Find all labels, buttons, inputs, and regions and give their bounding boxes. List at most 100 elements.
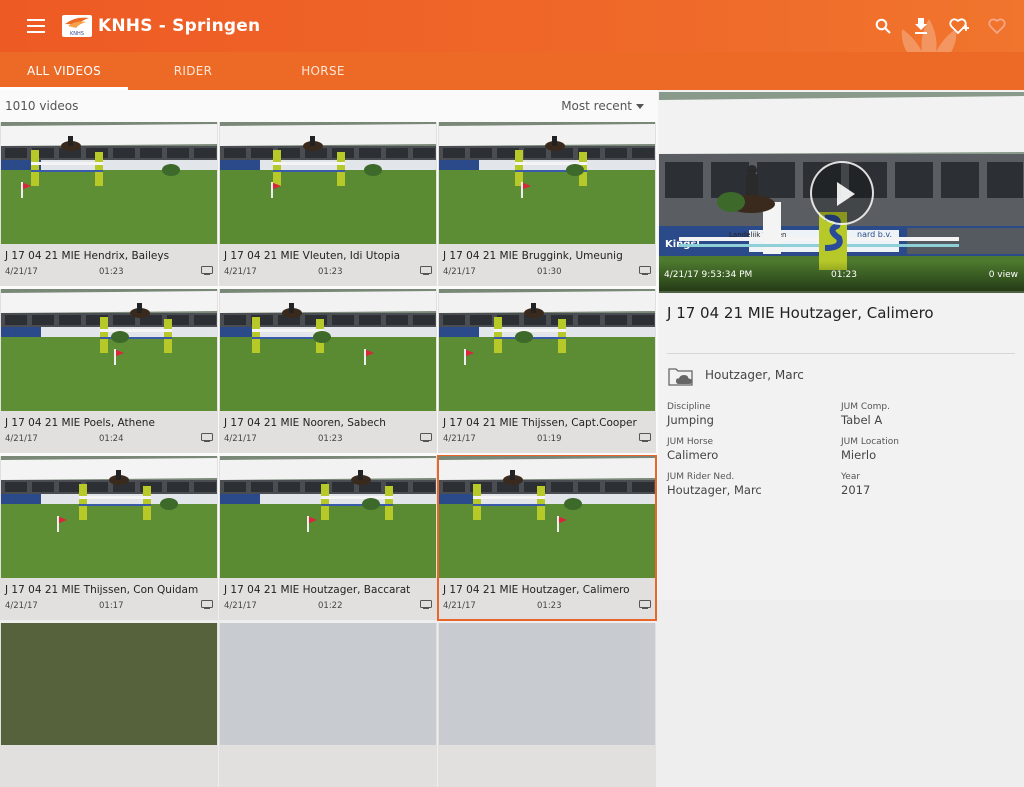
meta-label-location: JUM Location (841, 437, 899, 447)
tab-rider[interactable]: RIDER (128, 52, 258, 90)
video-card[interactable] (438, 623, 656, 787)
menu-icon (27, 19, 45, 33)
video-card[interactable]: J 17 04 21 MIE Hendrix, Baileys 4/21/17 01… (0, 122, 218, 286)
player-progress-bar[interactable] (659, 291, 1024, 293)
player-datetime: 4/21/17 9:53:34 PM (664, 270, 753, 280)
meta-value-discipline: Jumping (667, 413, 714, 427)
video-thumbnail-image (1, 122, 217, 244)
video-card[interactable]: J 17 04 21 MIE Vleuten, Idi Utopia 4/21/1… (219, 122, 437, 286)
menu-button[interactable] (18, 8, 54, 44)
favorite-button[interactable] (978, 7, 1016, 45)
video-card-date: 4/21/17 (224, 601, 257, 611)
meta-value-competition: Tabel A (841, 413, 883, 427)
rider-name[interactable]: Houtzager, Marc (705, 368, 804, 382)
video-card-title: J 17 04 21 MIE Hendrix, Baileys (5, 250, 170, 262)
video-title: J 17 04 21 MIE Houtzager, Calimero (667, 304, 934, 322)
video-card[interactable]: J 17 04 21 MIE Bruggink, Umeunig 4/21/17 0… (438, 122, 656, 286)
search-button[interactable] (864, 7, 902, 45)
video-card-title: J 17 04 21 MIE Nooren, Sabech (224, 417, 386, 429)
video-card-date: 4/21/17 (224, 267, 257, 277)
video-card-duration: 01:22 (318, 601, 343, 611)
tab-horse[interactable]: HORSE (258, 52, 388, 90)
video-thumbnail (220, 456, 436, 578)
video-card-date: 4/21/17 (5, 601, 38, 611)
video-thumbnail-image (1, 289, 217, 411)
video-card-date: 4/21/17 (443, 434, 476, 444)
video-thumbnail (1, 122, 217, 244)
meta-value-year: 2017 (841, 483, 871, 497)
video-card-date: 4/21/17 (5, 267, 38, 277)
tab-all-videos[interactable]: ALL VIDEOS (0, 52, 128, 90)
tv-icon (639, 433, 651, 442)
video-thumbnail-image (439, 456, 655, 578)
tv-icon (639, 266, 651, 275)
logo-text: KNHS (70, 31, 84, 37)
video-thumbnail (1, 289, 217, 411)
video-thumbnail-image (1, 456, 217, 578)
video-card[interactable]: J 17 04 21 MIE Houtzager, Calimero 4/21/1… (437, 455, 657, 621)
folder-cloud-icon (668, 368, 693, 386)
video-card[interactable]: J 17 04 21 MIE Poels, Athene 4/21/17 01:24 (0, 289, 218, 453)
favorite-add-icon (949, 18, 969, 35)
video-card-title: J 17 04 21 MIE Houtzager, Baccarat (224, 584, 411, 596)
download-button[interactable] (902, 7, 940, 45)
video-card-title: J 17 04 21 MIE Thijssen, Con Quidam (5, 584, 199, 596)
video-thumbnail (439, 122, 655, 244)
video-card-duration: 01:24 (99, 434, 124, 444)
video-card-date: 4/21/17 (224, 434, 257, 444)
video-thumbnail (439, 289, 655, 411)
video-card-title: J 17 04 21 MIE Bruggink, Umeunig (443, 250, 623, 262)
video-thumbnail-image (220, 122, 436, 244)
video-thumbnail-image (220, 289, 436, 411)
favorite-icon (988, 18, 1006, 34)
video-count: 1010 videos (5, 99, 79, 113)
sort-dropdown[interactable]: Most recent (561, 99, 644, 113)
video-card-title: J 17 04 21 MIE Poels, Athene (5, 417, 155, 429)
video-thumbnail (1, 456, 217, 578)
divider (667, 353, 1015, 354)
meta-label-competition: JUM Comp. (841, 402, 890, 412)
sort-label: Most recent (561, 99, 632, 113)
video-card[interactable]: J 17 04 21 MIE Houtzager, Baccarat 4/21/1… (219, 456, 437, 620)
tab-bar: ALL VIDEOS RIDER HORSE (0, 52, 1024, 90)
video-card-duration: 01:23 (99, 267, 124, 277)
video-thumbnail (220, 289, 436, 411)
video-thumbnail-image (220, 456, 436, 578)
meta-value-location: Mierlo (841, 448, 877, 462)
video-card-title: J 17 04 21 MIE Houtzager, Calimero (443, 584, 630, 596)
video-player[interactable]: Kingsl Landelijk Wonen nard b.v. 4/21/17… (659, 92, 1024, 293)
player-views: 0 view (988, 270, 1018, 280)
app-bar: KNHS KNHS - Springen (0, 0, 1024, 52)
video-card[interactable]: J 17 04 21 MIE Nooren, Sabech 4/21/17 01:2… (219, 289, 437, 453)
player-duration: 01:23 (831, 270, 857, 280)
dropdown-caret-icon (636, 103, 644, 109)
video-card-date: 4/21/17 (443, 267, 476, 277)
video-card-date: 4/21/17 (443, 601, 476, 611)
tv-icon (420, 600, 432, 609)
video-card-title: J 17 04 21 MIE Thijssen, Capt.Cooper (443, 417, 637, 429)
video-card-duration: 01:23 (537, 601, 562, 611)
video-thumbnail (439, 456, 655, 578)
video-list-pane: 1010 videos Most recent J 17 04 21 MIE H… (0, 90, 658, 787)
meta-value-rider: Houtzager, Marc (667, 483, 762, 497)
play-button[interactable] (810, 161, 874, 225)
video-card-title: J 17 04 21 MIE Vleuten, Idi Utopia (224, 250, 401, 262)
video-card[interactable]: J 17 04 21 MIE Thijssen, Con Quidam 4/21/… (0, 456, 218, 620)
video-card-duration: 01:30 (537, 267, 562, 277)
tv-icon (420, 266, 432, 275)
download-icon (915, 18, 927, 34)
list-header: 1010 videos Most recent (0, 90, 658, 122)
meta-label-rider: JUM Rider Ned. (667, 472, 735, 482)
video-card[interactable] (219, 623, 437, 787)
video-card[interactable]: J 17 04 21 MIE Thijssen, Capt.Cooper 4/21… (438, 289, 656, 453)
add-favorite-button[interactable] (940, 7, 978, 45)
video-card[interactable] (0, 623, 218, 787)
video-detail-pane: Kingsl Landelijk Wonen nard b.v. 4/21/17… (658, 90, 1024, 600)
meta-label-horse: JUM Horse (667, 437, 714, 447)
video-card-date: 4/21/17 (5, 434, 38, 444)
meta-label-year: Year (841, 472, 861, 482)
video-thumbnail (220, 623, 436, 745)
tv-icon (201, 600, 213, 609)
video-card-duration: 01:19 (537, 434, 562, 444)
meta-label-discipline: Discipline (667, 402, 711, 412)
